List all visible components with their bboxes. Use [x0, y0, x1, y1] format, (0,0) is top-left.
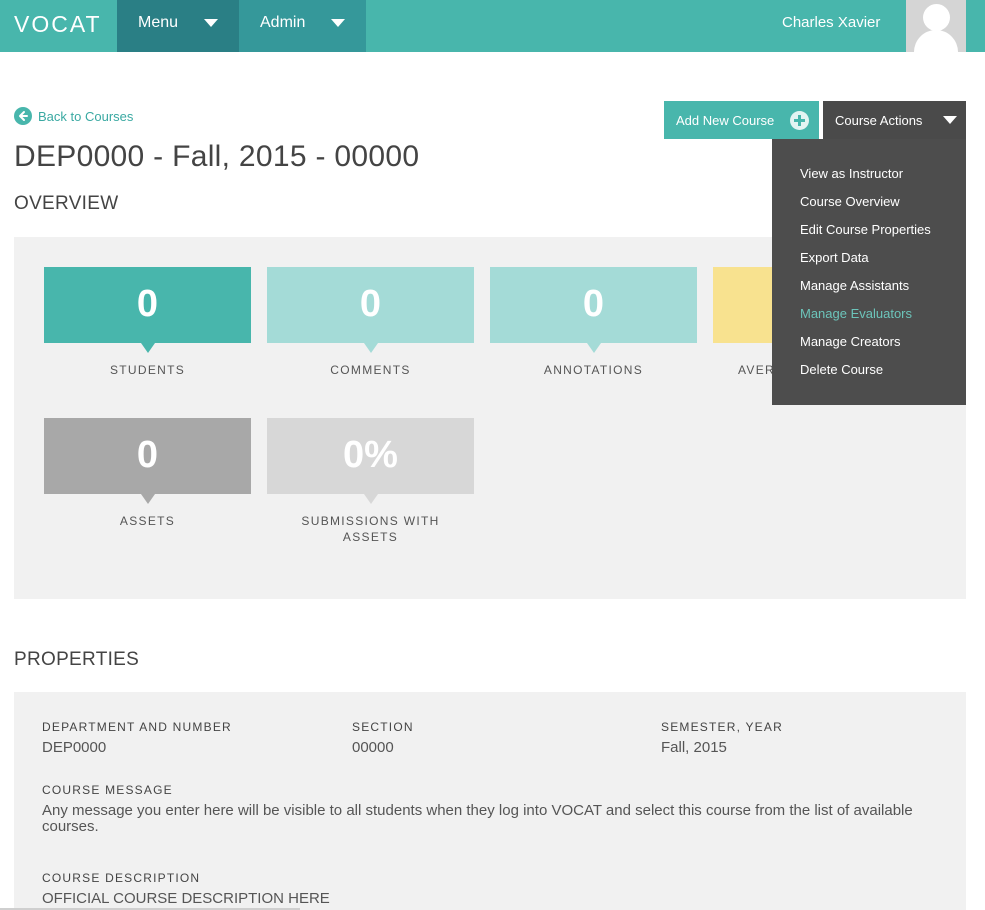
stat-students: 0 STUDENTS [44, 267, 251, 378]
menu-item-delete-course[interactable]: Delete Course [772, 361, 966, 389]
properties-panel: DEPARTMENT AND NUMBER DEP0000 SECTION 00… [14, 692, 966, 910]
menu-label: Menu [138, 14, 179, 31]
menu-item-view-as-instructor[interactable]: View as Instructor [772, 165, 966, 193]
top-navigation-bar: VOCAT Menu Admin Charles Xavier [0, 0, 985, 52]
menu-item-manage-creators[interactable]: Manage Creators [772, 333, 966, 361]
course-actions-button[interactable]: Course Actions [823, 101, 966, 139]
stat-value: 0 [490, 267, 697, 353]
properties-heading: PROPERTIES [14, 649, 140, 670]
page-title: DEP0000 - Fall, 2015 - 00000 [14, 140, 420, 173]
user-name-link[interactable]: Charles Xavier [782, 14, 880, 31]
chevron-down-icon [943, 116, 957, 124]
back-to-courses-label: Back to Courses [38, 108, 134, 124]
stat-comments: 0 COMMENTS [267, 267, 474, 378]
course-actions-label: Course Actions [835, 113, 923, 128]
section-label: SECTION [352, 720, 414, 734]
course-message-value: Any message you enter here will be visib… [42, 802, 913, 835]
section-value: 00000 [352, 739, 394, 756]
plus-circle-icon [790, 111, 809, 130]
menu-item-course-overview[interactable]: Course Overview [772, 193, 966, 221]
admin-label: Admin [260, 14, 306, 31]
stat-submissions-with-assets: 0% SUBMISSIONS WITH ASSETS [267, 418, 474, 545]
menu-item-export-data[interactable]: Export Data [772, 249, 966, 277]
stat-value: 0% [267, 418, 474, 504]
course-description-label: COURSE DESCRIPTION [42, 871, 201, 885]
stat-label: COMMENTS [330, 363, 411, 377]
admin-dropdown-button[interactable]: Admin [239, 0, 366, 52]
menu-item-manage-evaluators[interactable]: Manage Evaluators [772, 305, 966, 333]
course-actions-menu: View as Instructor Course Overview Edit … [772, 139, 966, 405]
stat-value: 0 [267, 267, 474, 353]
overview-heading: OVERVIEW [14, 193, 119, 214]
department-value: DEP0000 [42, 739, 107, 756]
course-description-value: OFFICIAL COURSE DESCRIPTION HERE [42, 890, 330, 907]
course-message-label: COURSE MESSAGE [42, 783, 173, 797]
stat-label: STUDENTS [109, 363, 186, 377]
menu-dropdown-button[interactable]: Menu [117, 0, 239, 52]
stat-label: ASSETS [119, 514, 176, 528]
stat-annotations: 0 ANNOTATIONS [490, 267, 697, 378]
stat-assets: 0 ASSETS [44, 418, 251, 529]
department-label: DEPARTMENT AND NUMBER [42, 720, 232, 734]
menu-item-manage-assistants[interactable]: Manage Assistants [772, 277, 966, 305]
chevron-down-icon [204, 19, 218, 27]
chevron-down-icon [331, 19, 345, 27]
stat-label: ANNOTATIONS [543, 363, 644, 377]
add-new-course-button[interactable]: Add New Course [664, 101, 819, 139]
vocat-logo[interactable]: VOCAT [14, 11, 102, 38]
arrow-left-circle-icon [14, 107, 32, 125]
back-to-courses-link[interactable]: Back to Courses [14, 107, 133, 125]
stat-label: SUBMISSIONS WITH ASSETS [301, 514, 440, 544]
stat-value: 0 [44, 267, 251, 353]
add-new-course-label: Add New Course [676, 113, 775, 128]
user-avatar-icon[interactable] [906, 0, 966, 52]
semester-value: Fall, 2015 [661, 739, 727, 756]
semester-label: SEMESTER, YEAR [661, 720, 783, 734]
stat-value: 0 [44, 418, 251, 504]
menu-item-edit-course-properties[interactable]: Edit Course Properties [772, 221, 966, 249]
